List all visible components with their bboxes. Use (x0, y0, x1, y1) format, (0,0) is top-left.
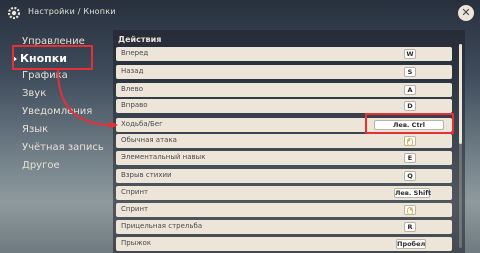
key-button[interactable]: S (404, 67, 416, 77)
section-title: Действия (118, 35, 162, 44)
key-button[interactable]: Q (404, 171, 416, 181)
top-bar: Настройки / Кнопки ✕ (0, 0, 480, 26)
sidebar-item-graphics[interactable]: Графика (22, 70, 68, 81)
scrollbar-thumb[interactable] (459, 44, 462, 144)
gear-icon (7, 6, 21, 20)
keybind-row[interactable]: Взрыв стихии Q (116, 169, 452, 183)
action-label: Вперед (121, 49, 149, 57)
sidebar-item-account[interactable]: Учётная запись (22, 142, 104, 153)
action-label: Прыжок (121, 239, 152, 247)
breadcrumb: Настройки / Кнопки (28, 7, 116, 16)
close-button[interactable]: ✕ (458, 5, 474, 21)
keybind-row[interactable]: Прицельная стрельба R (116, 220, 452, 234)
action-label: Спринт (121, 188, 149, 196)
action-label: Элементальный навык (121, 153, 206, 161)
sidebar-item-other[interactable]: Другое (22, 160, 60, 171)
keybind-row[interactable]: Элементальный навык E (116, 151, 452, 165)
key-button[interactable] (404, 136, 416, 146)
action-label: Ходьба/Бег (121, 120, 163, 128)
mouse-right-icon (407, 206, 413, 215)
mouse-left-icon (407, 137, 413, 146)
action-label: Влево (121, 85, 143, 93)
sidebar-item-notifications[interactable]: Уведомления (22, 106, 92, 117)
key-button[interactable] (404, 205, 416, 215)
highlight-box-buttons (12, 45, 93, 70)
action-label: Спринт (121, 205, 149, 213)
keybind-row[interactable]: Прыжок Пробел (116, 237, 452, 251)
key-button[interactable]: E (404, 153, 416, 163)
keybind-row[interactable]: Спринт (116, 203, 452, 217)
key-button[interactable]: R (404, 222, 416, 232)
action-label: Взрыв стихии (121, 171, 172, 179)
keybind-row[interactable]: Вправо D (116, 99, 452, 113)
action-label: Обычная атака (121, 136, 177, 144)
key-button[interactable]: A (404, 85, 416, 95)
key-button[interactable]: D (404, 101, 416, 111)
keybind-row[interactable]: Обычная атака (116, 134, 452, 148)
action-label: Вправо (121, 101, 148, 109)
keybind-row[interactable]: Влево A (116, 83, 452, 97)
action-label: Назад (121, 67, 144, 75)
key-button[interactable]: W (404, 49, 416, 59)
keybind-row[interactable]: Вперед W (116, 47, 452, 61)
sidebar-item-sound[interactable]: Звук (22, 88, 46, 99)
action-label: Прицельная стрельба (121, 222, 203, 230)
key-button[interactable]: Пробел (396, 239, 426, 249)
sidebar-item-language[interactable]: Язык (22, 124, 48, 135)
key-button[interactable]: Лев. Shift (394, 188, 431, 198)
highlight-box-walk-run-key (365, 113, 454, 134)
keybind-row[interactable]: Назад S (116, 65, 452, 79)
keybind-row[interactable]: Спринт Лев. Shift (116, 186, 452, 200)
